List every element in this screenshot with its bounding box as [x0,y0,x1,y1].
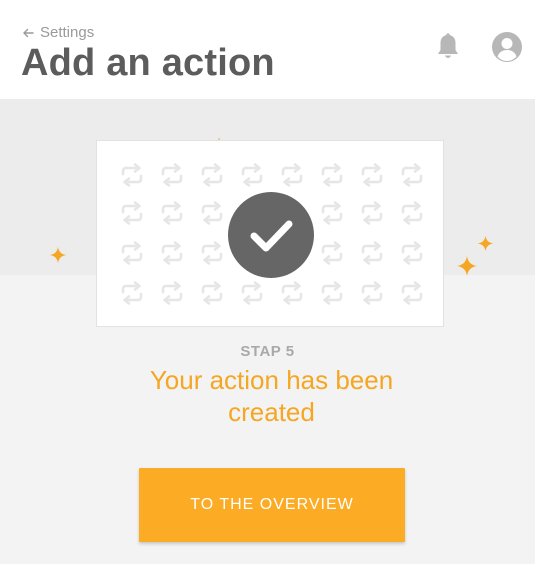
repeat-arrows-icon [201,163,223,187]
repeat-arrows-icon [361,281,383,305]
repeat-arrows-icon [321,201,343,225]
action-illustration-card [96,140,444,327]
repeat-arrows-icon [321,163,343,187]
repeat-arrows-icon [121,163,143,187]
repeat-arrows-icon [361,241,383,265]
repeat-arrows-icon [401,281,423,305]
repeat-arrows-icon [201,241,223,265]
sparkle-icon [457,256,477,276]
repeat-arrows-icon [361,163,383,187]
arrow-left-icon [23,28,34,37]
step-label: STAP 5 [240,343,295,360]
user-avatar-icon[interactable] [491,31,523,63]
repeat-arrows-icon [321,281,343,305]
sparkle-icon [49,246,67,264]
repeat-arrows-icon [401,163,423,187]
repeat-arrows-icon [161,201,183,225]
repeat-arrows-icon [401,201,423,225]
repeat-arrows-icon [401,241,423,265]
repeat-arrows-icon [121,241,143,265]
repeat-arrows-icon [281,163,303,187]
repeat-arrows-icon [321,241,343,265]
repeat-arrows-icon [201,281,223,305]
repeat-arrows-icon [241,281,263,305]
back-to-settings-link[interactable]: Settings [22,24,94,41]
app-header: Settings Add an action [0,0,535,99]
repeat-arrows-icon [161,163,183,187]
back-link-label: Settings [40,24,95,41]
repeat-arrows-icon [201,201,223,225]
repeat-arrows-icon [121,281,143,305]
page-title: Add an action [21,42,275,84]
to-overview-button[interactable]: TO THE OVERVIEW [139,468,405,542]
sparkle-icon [477,235,494,252]
repeat-arrows-icon [361,201,383,225]
bell-icon[interactable] [432,31,464,63]
success-check-badge [228,192,314,278]
repeat-arrows-icon [161,241,183,265]
success-message: Your action has been created [149,365,394,427]
repeat-arrows-icon [241,163,263,187]
repeat-arrows-icon [161,281,183,305]
repeat-arrows-icon [121,201,143,225]
repeat-arrows-icon [281,281,303,305]
checkmark-icon [250,220,293,252]
